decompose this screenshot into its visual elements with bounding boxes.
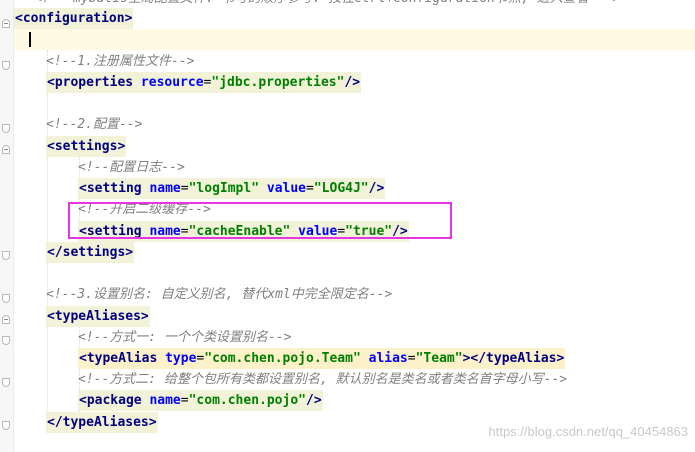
token-comment: <!--方式一: 一个个类设置别名--> xyxy=(78,330,292,345)
code-line[interactable]: <package name="com.chen.pojo"/> xyxy=(14,390,695,411)
token-tag: < xyxy=(79,393,87,408)
token-attr: alias xyxy=(368,351,408,366)
token-tag: configuration xyxy=(22,11,125,26)
token-comment: <!--1.注册属性文件--> xyxy=(46,54,195,69)
token-tag: < xyxy=(47,309,55,324)
token-tag: properties xyxy=(54,75,141,90)
token-plain: = xyxy=(306,181,314,196)
code-line[interactable]: <configuration> xyxy=(14,8,695,29)
token-val: "com.chen.pojo" xyxy=(188,393,306,408)
fold-toggle-icon[interactable] xyxy=(2,124,10,133)
token-tag: > xyxy=(140,309,149,324)
fold-toggle-icon[interactable] xyxy=(2,19,10,28)
fold-toggle-icon[interactable] xyxy=(2,61,10,70)
code-line[interactable]: <!--方式一: 一个个类设置别名--> xyxy=(14,327,695,348)
token-attr: value xyxy=(266,181,307,196)
token-tag: > xyxy=(148,415,157,430)
code-line[interactable]: <settings> xyxy=(14,136,695,157)
code-line[interactable]: <setting name="logImpl" value="LOG4J"/> xyxy=(14,178,695,199)
token-tag: /> xyxy=(368,181,385,196)
token-tag: < xyxy=(47,139,55,154)
token-tag: < xyxy=(47,75,55,90)
code-line[interactable]: <!--3.设置别名: 自定义别名, 替代xml中完全限定名--> xyxy=(14,284,695,305)
token-tag: ></ xyxy=(462,351,487,366)
token-comment: <!--2.配置--> xyxy=(46,117,143,132)
token-tag: settings xyxy=(54,139,118,154)
code-line[interactable]: <!--1.注册属性文件--> xyxy=(14,51,695,72)
token-tag: </ xyxy=(47,415,63,430)
token-val: "jdbc.properties" xyxy=(211,75,345,90)
token-attr: type xyxy=(165,351,197,366)
token-tag: setting xyxy=(86,181,150,196)
token-tag: < xyxy=(15,11,23,26)
watermark: https://blog.csdn.net/qq_40454863 xyxy=(488,424,689,439)
token-plain: = xyxy=(180,393,189,408)
fold-toggle-icon[interactable] xyxy=(2,145,10,154)
fold-toggle-icon[interactable] xyxy=(2,294,10,303)
token-tag: package xyxy=(86,393,150,408)
token-attr: resource xyxy=(140,75,204,90)
token-tag: < xyxy=(79,181,87,196)
code-line[interactable]: <!--方式二: 给整个包所有类都设置别名, 默认别名是类名或者类名首字母小写-… xyxy=(14,369,695,390)
code-line[interactable] xyxy=(14,263,695,284)
token-tag: /> xyxy=(306,393,322,408)
token-tag: typeAliases xyxy=(62,415,149,430)
token-plain: = xyxy=(180,181,189,196)
code-line[interactable]: <typeAliases> xyxy=(14,306,695,327)
token-tag: > xyxy=(124,11,133,26)
token-tag: > xyxy=(125,245,134,260)
token-comment: <!-- mybatis全局配置文件: 书写的顺序参考: 按住ctrl+conf… xyxy=(34,0,620,6)
token-tag: typeAlias xyxy=(486,351,557,366)
token-val: "Team" xyxy=(415,351,463,366)
fold-toggle-icon[interactable] xyxy=(2,421,10,430)
token-val: "logImpl" xyxy=(188,181,260,196)
token-tag: typeAlias xyxy=(86,351,166,366)
code-line[interactable]: <!--2.配置--> xyxy=(14,114,695,135)
annotation-highlight-box xyxy=(68,202,452,239)
token-tag: /> xyxy=(344,75,361,90)
code-line[interactable]: </settings> xyxy=(14,242,695,263)
code-line[interactable]: <typeAlias type="com.chen.pojo.Team" ali… xyxy=(14,348,695,369)
token-tag: typeAliases xyxy=(54,309,141,324)
code-line[interactable]: <!--配置日志--> xyxy=(14,157,695,178)
fold-toggle-icon[interactable] xyxy=(2,315,10,324)
token-val: "com.chen.pojo.Team" xyxy=(204,351,361,366)
token-comment: <!--方式二: 给整个包所有类都设置别名, 默认别名是类名或者类名首字母小写-… xyxy=(78,372,568,387)
token-tag: < xyxy=(79,351,87,366)
fold-toggle-icon[interactable] xyxy=(2,251,10,260)
token-tag: > xyxy=(556,351,565,366)
fold-toggle-icon[interactable] xyxy=(2,378,10,387)
token-comment: <!--3.设置别名: 自定义别名, 替代xml中完全限定名--> xyxy=(46,287,393,302)
token-tag: </ xyxy=(47,245,63,260)
fold-toggle-icon[interactable] xyxy=(2,336,10,345)
code-line[interactable]: <properties resource="jdbc.properties"/> xyxy=(14,72,695,93)
code-line[interactable] xyxy=(14,29,695,50)
token-attr: name xyxy=(149,181,181,196)
text-caret xyxy=(29,32,31,47)
token-plain: = xyxy=(407,351,416,366)
token-comment: <!--配置日志--> xyxy=(78,160,185,175)
token-attr: name xyxy=(149,393,181,408)
token-tag: > xyxy=(117,139,126,154)
token-tag: settings xyxy=(62,245,126,260)
token-val: "LOG4J" xyxy=(313,181,369,196)
code-line[interactable] xyxy=(14,93,695,114)
